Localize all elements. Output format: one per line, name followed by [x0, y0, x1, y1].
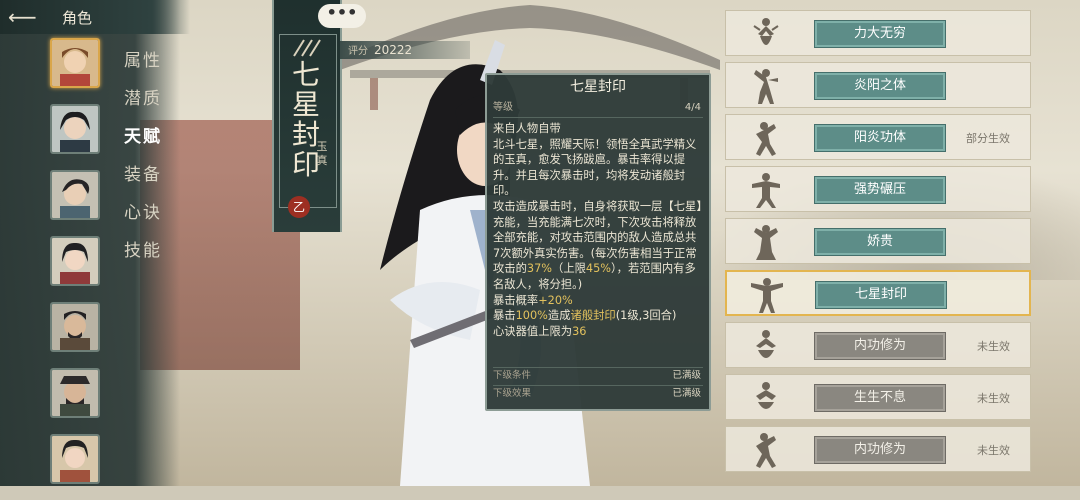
- level-value: 4/4: [684, 102, 701, 113]
- tooltip-title: 七星封印: [570, 79, 626, 95]
- top-bar: ⟵ 角色: [0, 0, 190, 34]
- grade-seal: 乙: [288, 196, 310, 218]
- sword-ornament-icon: [293, 39, 321, 57]
- level-label: 等级: [493, 102, 513, 113]
- talent-button[interactable]: 生生不息: [814, 384, 946, 412]
- talent-row[interactable]: 内功修为 未生效: [725, 322, 1031, 368]
- lore-text: 北斗七星，照耀天际！领悟全真武学精义的玉真，愈发飞扬跋扈。暴击率得以提升。并且每…: [493, 137, 697, 198]
- tab-equipment[interactable]: 装备: [124, 156, 162, 194]
- talent-button[interactable]: 内功修为: [814, 332, 946, 360]
- talent-button[interactable]: 娇贵: [814, 228, 946, 256]
- figure-pose-icon: [756, 330, 776, 358]
- tooltip-level-row: 等级 4/4: [493, 99, 703, 118]
- crit-seal-text: 暴击100%造成诸般封印(1级,3回合): [493, 309, 677, 323]
- talent-button[interactable]: 炎阳之体: [814, 72, 946, 100]
- next-condition-row: 下级条件 已满级: [493, 367, 703, 384]
- tab-talent[interactable]: 天赋: [124, 118, 162, 156]
- source-text: 来自人物自带: [493, 122, 561, 135]
- talent-status: 未生效: [977, 392, 1010, 405]
- seal-link[interactable]: 诸般封印: [571, 309, 616, 322]
- figure-pose-icon: [754, 225, 778, 260]
- score-label: 评分: [348, 46, 368, 57]
- talent-row[interactable]: 阳炎功体 部分生效: [725, 114, 1031, 160]
- talent-button[interactable]: 阳炎功体: [814, 124, 946, 152]
- talent-status: 部分生效: [966, 132, 1010, 145]
- tab-potential[interactable]: 潜质: [124, 80, 162, 118]
- page-title: 角色: [62, 9, 93, 27]
- figure-pose-icon: [751, 278, 783, 313]
- more-options-button[interactable]: •••: [318, 4, 366, 28]
- mind-cap-text: 心诀器值上限为36: [493, 324, 587, 338]
- talent-button[interactable]: 强势碾压: [814, 176, 946, 204]
- character-portrait[interactable]: [50, 368, 100, 418]
- talent-row[interactable]: 强势碾压: [725, 166, 1031, 212]
- talent-button[interactable]: 七星封印: [815, 281, 947, 309]
- figure-pose-icon: [756, 122, 776, 156]
- crit-rate-text: 暴击概率+20%: [493, 293, 573, 307]
- score-bar: 评分 20222: [340, 41, 470, 59]
- talent-button[interactable]: 力大无穷: [814, 20, 946, 48]
- tab-mind-art[interactable]: 心诀: [124, 194, 162, 232]
- talent-tooltip: 七星封印 等级 4/4 来自人物自带 北斗七星，照耀天际！领悟全真武学精义的玉真…: [485, 73, 711, 411]
- talent-status: 未生效: [977, 444, 1010, 457]
- figure-pose-icon: [756, 382, 776, 409]
- character-name: 玉真: [316, 140, 328, 167]
- character-menu: 属性 潜质 天赋 装备 心诀 技能: [124, 42, 162, 270]
- talent-list: 力大无穷 炎阳之体 阳炎功体 部分生效 强势碾压 娇贵 七星封印 内功修为 未生…: [725, 10, 1031, 478]
- character-portrait[interactable]: [50, 104, 100, 154]
- tab-attributes[interactable]: 属性: [124, 42, 162, 80]
- talent-row-selected[interactable]: 七星封印: [725, 270, 1031, 316]
- character-portrait[interactable]: [50, 434, 100, 484]
- figure-pose-icon: [753, 18, 779, 45]
- talent-status: 未生效: [977, 340, 1010, 353]
- character-portrait-list: [50, 38, 106, 500]
- character-portrait[interactable]: [50, 170, 100, 220]
- figure-pose-icon: [756, 433, 776, 468]
- tab-skills[interactable]: 技能: [124, 232, 162, 270]
- figure-pose-icon: [754, 69, 778, 104]
- character-portrait[interactable]: [50, 38, 100, 88]
- character-portrait[interactable]: [50, 302, 100, 352]
- talent-row[interactable]: 力大无穷: [725, 10, 1031, 56]
- talent-row[interactable]: 娇贵: [725, 218, 1031, 264]
- character-portrait[interactable]: [50, 236, 100, 286]
- talent-row[interactable]: 生生不息 未生效: [725, 374, 1031, 420]
- score-value: 20222: [374, 43, 413, 57]
- character-banner: 七星封印: [272, 0, 342, 232]
- tooltip-description: 来自人物自带 北斗七星，照耀天际！领悟全真武学精义的玉真，愈发飞扬跋扈。暴击率得…: [487, 118, 709, 339]
- talent-row[interactable]: 内功修为 未生效: [725, 426, 1031, 472]
- figure-pose-icon: [752, 173, 780, 208]
- talent-row[interactable]: 炎阳之体: [725, 62, 1031, 108]
- talent-button[interactable]: 内功修为: [814, 436, 946, 464]
- effect-text: 攻击造成暴击时，自身将获取一层【七星】充能，当充能满七次时，下次攻击将释放全部充…: [493, 199, 702, 291]
- back-arrow-icon[interactable]: ⟵: [8, 5, 48, 29]
- next-effect-row: 下级效果 已满级: [493, 385, 703, 402]
